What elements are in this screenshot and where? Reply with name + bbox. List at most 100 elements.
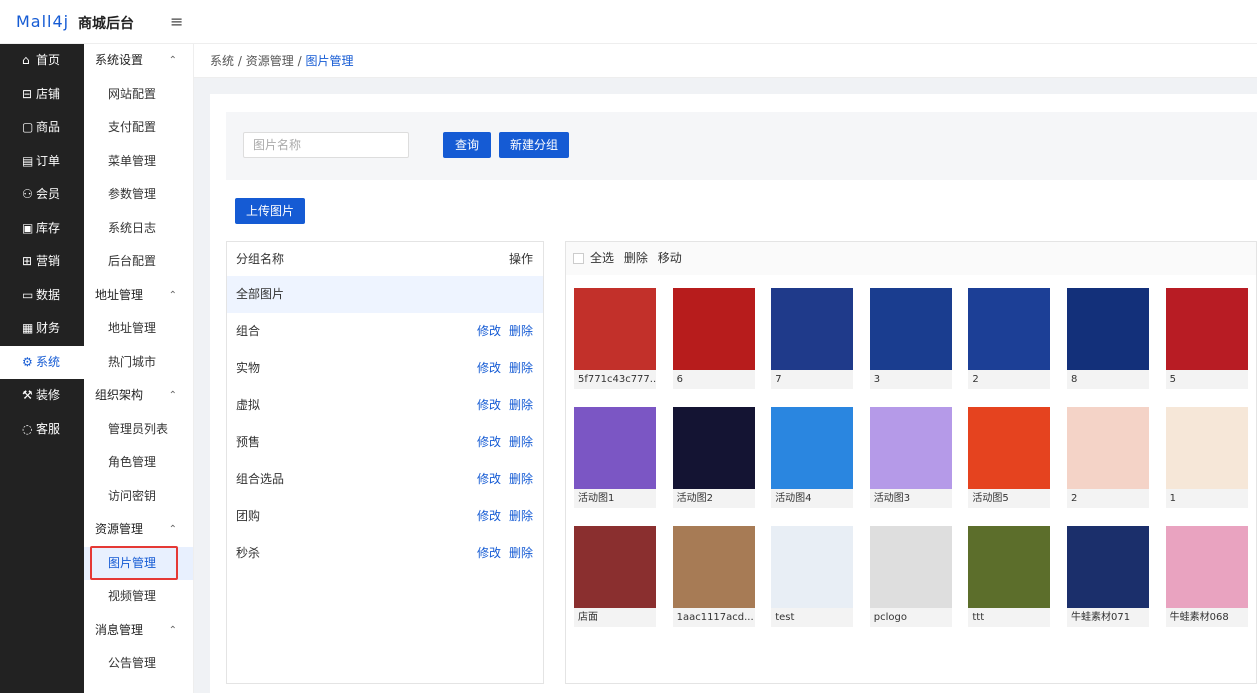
- submenu-group[interactable]: 地址管理 ⌃: [84, 279, 193, 313]
- edit-group-link[interactable]: 修改: [477, 472, 501, 486]
- submenu-item[interactable]: 视频管理: [84, 580, 193, 614]
- submenu-group[interactable]: 消息管理 ⌃: [84, 614, 193, 648]
- edit-group-link[interactable]: 修改: [477, 361, 501, 375]
- image-thumb[interactable]: 活动图1: [574, 407, 656, 508]
- delete-group-link[interactable]: 删除: [509, 509, 533, 523]
- submenu-group[interactable]: 资源管理 ⌃: [84, 513, 193, 547]
- submenu-item[interactable]: 热门城市: [84, 346, 193, 380]
- image-thumb[interactable]: ttt: [968, 526, 1051, 627]
- sidebar-item[interactable]: ◌ 客服: [0, 413, 84, 447]
- image-thumb[interactable]: 牛蛙素材068: [1165, 526, 1248, 627]
- sidebar-item[interactable]: ⚙ 系统: [0, 345, 84, 379]
- group-row[interactable]: 虚拟 修改 删除: [227, 387, 543, 424]
- edit-group-link[interactable]: 修改: [477, 546, 501, 560]
- group-row[interactable]: 秒杀 修改 删除: [227, 535, 543, 572]
- sidebar-item[interactable]: ▢ 商品: [0, 111, 84, 145]
- image-preview: [672, 288, 755, 370]
- image-thumb[interactable]: 2: [1067, 407, 1149, 508]
- submenu-item[interactable]: 地址管理: [84, 312, 193, 346]
- query-button[interactable]: 查询: [443, 132, 491, 158]
- group-actions: 修改 删除: [469, 498, 533, 535]
- submenu-label: 系统设置: [95, 53, 144, 67]
- image-thumb[interactable]: 7: [771, 288, 854, 389]
- new-group-button[interactable]: 新建分组: [499, 132, 569, 158]
- image-thumb[interactable]: 店面: [574, 526, 656, 627]
- submenu-item[interactable]: 后台配置: [84, 245, 193, 279]
- edit-group-link[interactable]: 修改: [477, 324, 501, 338]
- submenu-item[interactable]: 角色管理: [84, 446, 193, 480]
- sidebar-item[interactable]: ⌂ 首页: [0, 44, 84, 78]
- image-thumb[interactable]: 活动图4: [771, 407, 854, 508]
- upload-image-button[interactable]: 上传图片: [235, 198, 305, 224]
- sidebar-item[interactable]: ⚒ 装修: [0, 379, 84, 413]
- logo[interactable]: Mall4j: [16, 12, 69, 31]
- select-all-checkbox[interactable]: [573, 253, 584, 264]
- edit-group-link[interactable]: 修改: [477, 435, 501, 449]
- image-thumb[interactable]: 牛蛙素材071: [1067, 526, 1149, 627]
- delete-group-link[interactable]: 删除: [509, 324, 533, 338]
- image-thumb[interactable]: 6: [672, 288, 755, 389]
- image-preview: [672, 407, 755, 489]
- delete-group-link[interactable]: 删除: [509, 546, 533, 560]
- group-actions: 修改 删除: [469, 535, 533, 572]
- sidebar-icon: ⊞: [22, 254, 33, 268]
- group-row[interactable]: 实物 修改 删除: [227, 350, 543, 387]
- submenu-item[interactable]: 支付配置: [84, 111, 193, 145]
- sidebar-item[interactable]: ⚇ 会员: [0, 178, 84, 212]
- group-row[interactable]: 团购 修改 删除: [227, 498, 543, 535]
- group-actions: 修改 删除: [469, 387, 533, 424]
- image-thumb[interactable]: pclogo: [869, 526, 952, 627]
- submenu-item[interactable]: 网站配置: [84, 78, 193, 112]
- group-row[interactable]: 组合 修改 删除: [227, 313, 543, 350]
- delete-group-link[interactable]: 删除: [509, 361, 533, 375]
- image-thumb[interactable]: 2: [968, 288, 1051, 389]
- image-thumb[interactable]: 8: [1067, 288, 1149, 389]
- image-caption: 牛蛙素材071: [1067, 608, 1149, 627]
- delete-group-link[interactable]: 删除: [509, 435, 533, 449]
- submenu-item[interactable]: 菜单管理: [84, 145, 193, 179]
- image-thumb[interactable]: 3: [869, 288, 952, 389]
- sidebar-item[interactable]: ⊞ 营销: [0, 245, 84, 279]
- image-thumb[interactable]: 1aac1117acd...: [672, 526, 755, 627]
- delete-group-link[interactable]: 删除: [509, 472, 533, 486]
- image-thumb[interactable]: 1: [1165, 407, 1248, 508]
- image-thumb[interactable]: 活动图5: [968, 407, 1051, 508]
- delete-group-link[interactable]: 删除: [509, 398, 533, 412]
- delete-button[interactable]: 删除: [624, 251, 648, 265]
- chevron-up-icon: ⌃: [168, 390, 177, 401]
- group-all[interactable]: 全部图片: [227, 276, 543, 313]
- menu-fold-icon[interactable]: ≡: [170, 12, 183, 31]
- submenu-group[interactable]: 组织架构 ⌃: [84, 379, 193, 413]
- submenu-item[interactable]: 公告管理: [84, 647, 193, 681]
- submenu-item[interactable]: 管理员列表: [84, 413, 193, 447]
- sidebar-item[interactable]: ▣ 库存: [0, 212, 84, 246]
- image-thumb[interactable]: 5f771c43c777...: [574, 288, 656, 389]
- sidebar-item[interactable]: ▭ 数据: [0, 279, 84, 313]
- submenu-label: 菜单管理: [108, 153, 157, 168]
- group-row[interactable]: 预售 修改 删除: [227, 424, 543, 461]
- submenu-label: 地址管理: [108, 321, 157, 335]
- sidebar-icon: ⌂: [22, 53, 30, 67]
- sidebar-item[interactable]: ▦ 财务: [0, 312, 84, 346]
- edit-group-link[interactable]: 修改: [477, 509, 501, 523]
- breadcrumb-item[interactable]: 系统: [210, 54, 234, 68]
- image-thumb[interactable]: 活动图3: [869, 407, 952, 508]
- edit-group-link[interactable]: 修改: [477, 398, 501, 412]
- sidebar-icon: ▢: [22, 120, 34, 134]
- image-thumb[interactable]: test: [771, 526, 854, 627]
- submenu-item[interactable]: 访问密钥: [84, 480, 193, 514]
- sidebar-item[interactable]: ⊟ 店铺: [0, 78, 84, 112]
- move-button[interactable]: 移动: [658, 251, 682, 265]
- main-area: 图片名称 查询 新建分组 上传图片 分组名称 操作 全部图片 组合 修改 删除 实物修…: [194, 78, 1257, 694]
- image-thumb[interactable]: 活动图2: [672, 407, 755, 508]
- image-name-input[interactable]: 图片名称: [243, 132, 409, 158]
- select-all-label[interactable]: 全选: [590, 251, 614, 265]
- image-thumb[interactable]: 5: [1165, 288, 1248, 389]
- breadcrumb-item[interactable]: 资源管理: [246, 54, 294, 68]
- submenu-group[interactable]: 系统设置 ⌃: [84, 44, 193, 78]
- group-row[interactable]: 组合选品 修改 删除: [227, 461, 543, 498]
- sidebar-item[interactable]: ▤ 订单: [0, 145, 84, 179]
- submenu-item[interactable]: 参数管理: [84, 178, 193, 212]
- sidebar-label: 数据: [36, 287, 61, 302]
- submenu-item[interactable]: 系统日志: [84, 212, 193, 246]
